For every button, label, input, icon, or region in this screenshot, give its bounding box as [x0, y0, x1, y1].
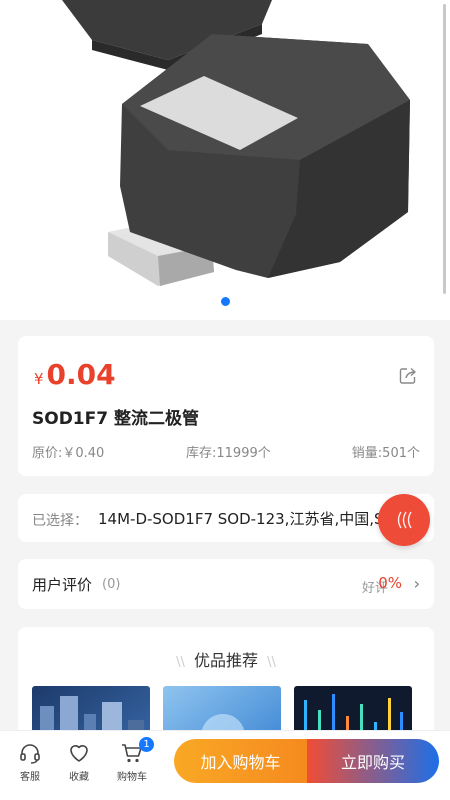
- wave-icon: [397, 511, 412, 529]
- chevron-right-icon: ›: [413, 574, 420, 593]
- bottom-action-bar: 客服 收藏 1 购物车 加入购物车 立即购买: [0, 730, 450, 800]
- cart-button[interactable]: 1 购物车: [110, 737, 154, 783]
- add-to-cart-button[interactable]: 加入购物车: [174, 739, 307, 783]
- favorite-label: 收藏: [69, 772, 89, 783]
- heading-decoration-left: \\: [176, 655, 185, 670]
- selected-label: 已选择：: [32, 513, 88, 529]
- recommendations-title: 优品推荐: [193, 651, 258, 670]
- sales-count: 销量:501个: [351, 446, 420, 461]
- stock-count: 库存:11999个: [186, 446, 271, 461]
- scroll-indicator[interactable]: [443, 4, 446, 294]
- recommendations-heading: \\ 优品推荐 \\: [18, 647, 434, 671]
- product-image: [62, 0, 410, 286]
- carousel-dot-active[interactable]: [221, 297, 230, 306]
- headset-icon: [20, 744, 40, 764]
- buy-now-button[interactable]: 立即购买: [307, 739, 439, 783]
- product-info-card: ¥ 0.04 SOD1F7 整流二极管 原价:￥0.40 库存:11999个 销…: [18, 336, 434, 476]
- cart-label: 购物车: [117, 772, 147, 783]
- product-title: SOD1F7 整流二极管: [32, 409, 199, 429]
- floating-action-button[interactable]: [378, 494, 430, 546]
- spec-selector[interactable]: 已选择： 14M-D-SOD1F7 SOD-123,江苏省,中国,SC-76: [18, 494, 434, 542]
- service-label: 客服: [20, 772, 40, 783]
- heading-decoration-right: \\: [267, 655, 276, 670]
- selected-spec-value: 14M-D-SOD1F7 SOD-123,江苏省,中国,SC-76: [98, 510, 398, 528]
- cart-badge: 1: [139, 737, 154, 752]
- original-price: 原价:￥0.40: [32, 446, 105, 461]
- customer-service-button[interactable]: 客服: [8, 741, 52, 783]
- favorite-button[interactable]: 收藏: [57, 741, 101, 783]
- share-icon[interactable]: [398, 366, 418, 386]
- product-price: ¥ 0.04: [34, 358, 116, 391]
- reviews-count: (0): [102, 577, 121, 592]
- reviews-title: 用户评价: [32, 576, 93, 594]
- price-amount: 0.04: [46, 358, 116, 391]
- heart-icon: [70, 745, 88, 762]
- good-rating-percent: 0%: [378, 574, 402, 592]
- user-reviews-row[interactable]: 用户评价 (0) 好评 0% ›: [18, 559, 434, 609]
- product-image-carousel[interactable]: [0, 0, 450, 320]
- currency-symbol: ¥: [34, 370, 44, 388]
